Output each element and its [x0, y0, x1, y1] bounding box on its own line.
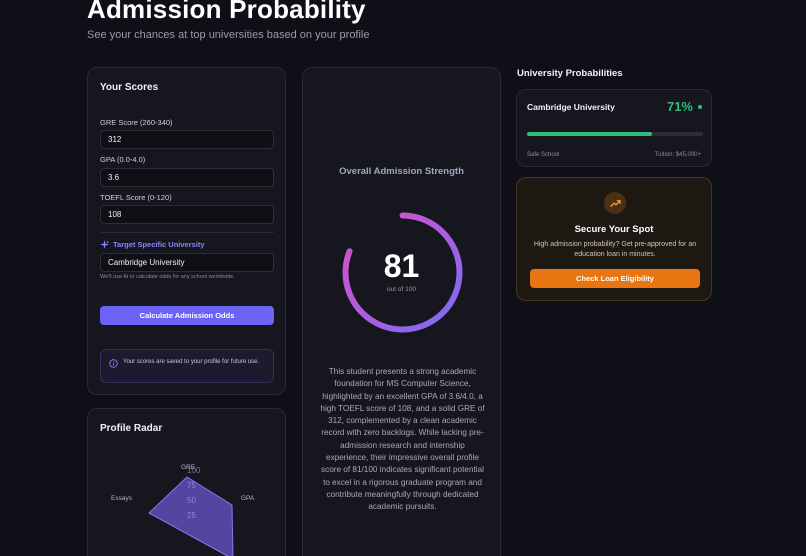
gpa-label: GPA (0.0-4.0) — [100, 155, 146, 164]
gre-input[interactable] — [100, 130, 274, 149]
radar-axis-gpa: GPA — [241, 495, 255, 502]
trending-up-icon — [604, 192, 626, 214]
loan-text: High admission probability? Get pre-appr… — [533, 241, 697, 259]
info-circle-icon — [109, 359, 118, 368]
strength-title: Overall Admission Strength — [339, 166, 464, 177]
gpa-input[interactable] — [100, 168, 274, 187]
toefl-label: TOEFL Score (0-120) — [100, 193, 172, 202]
loan-card: Secure Your Spot High admission probabil… — [516, 177, 712, 301]
scores-card: Your Scores GRE Score (260-340) GPA (0.0… — [87, 67, 286, 395]
radar-tick-75: 75 — [187, 481, 196, 490]
page-subtitle: See your chances at top universities bas… — [87, 29, 370, 41]
loan-title: Secure Your Spot — [574, 224, 654, 235]
university-card[interactable]: Cambridge University 71% Safe School Tui… — [516, 89, 712, 167]
radar-tick-25: 25 — [187, 511, 196, 520]
radar-axis-essays: Essays — [111, 495, 132, 502]
radar-tick-50: 50 — [187, 496, 196, 505]
target-university-input[interactable] — [100, 253, 274, 272]
status-dot-icon — [698, 105, 702, 109]
target-university-label: Target Specific University — [100, 240, 205, 249]
probability-bar — [527, 132, 703, 136]
gre-label: GRE Score (260-340) — [100, 118, 173, 127]
page-title: Admission Probability — [87, 0, 366, 24]
strength-score: 81 — [383, 248, 420, 284]
admission-strength-card: Overall Admission Strength 81 out of 100… — [302, 67, 501, 556]
target-university-label-text: Target Specific University — [113, 240, 205, 249]
university-name: Cambridge University — [527, 102, 615, 112]
toefl-input[interactable] — [100, 205, 274, 224]
university-category: Safe School — [527, 152, 560, 158]
info-box: Your scores are saved to your profile fo… — [100, 349, 274, 383]
strength-summary: This student presents a strong academic … — [320, 367, 485, 512]
university-percent: 71% — [666, 99, 693, 114]
scores-card-title: Your Scores — [100, 82, 159, 93]
probabilities-heading: University Probabilities — [517, 68, 623, 79]
scores-divider — [100, 232, 274, 233]
strength-score-max: out of 100 — [387, 286, 416, 293]
probability-bar-fill — [527, 132, 652, 136]
radar-tick-100: 100 — [187, 466, 201, 475]
check-loan-eligibility-button[interactable]: Check Loan Eligibility — [530, 269, 700, 288]
university-tuition: Tuition: $45,000+ — [654, 152, 701, 158]
info-text: Your scores are saved to your profile fo… — [123, 359, 260, 365]
sparkle-icon — [100, 240, 109, 249]
target-hint: We'll use AI to calculate odds for any s… — [100, 274, 235, 280]
profile-radar-card: Profile Radar GRE GPA Essays 100 75 50 2… — [87, 408, 286, 556]
calculate-odds-button[interactable]: Calculate Admission Odds — [100, 306, 274, 325]
